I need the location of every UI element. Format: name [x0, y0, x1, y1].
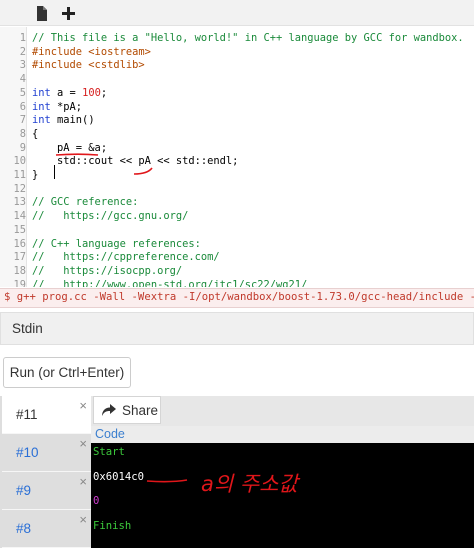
close-icon[interactable]: × — [79, 474, 87, 489]
run-item-label: #11 — [16, 407, 38, 422]
handwritten-underlines — [55, 153, 153, 175]
run-item-label: #8 — [16, 521, 32, 536]
run-history-list: #11 × #10 × #9 × #8 × — [0, 396, 91, 548]
program-output: Start 0x6014c0 0 Finish a의 주소값 — [91, 443, 474, 548]
editor-toolbar — [0, 0, 474, 26]
run-item-8[interactable]: #8 × — [2, 510, 91, 548]
run-item-9[interactable]: #9 × — [2, 472, 91, 510]
code-link[interactable]: Code — [95, 427, 125, 441]
code-link-bar: Code — [91, 426, 474, 443]
compiler-command-bar: $ g++ prog.cc -Wall -Wextra -I/opt/wandb… — [0, 288, 474, 308]
close-icon[interactable]: × — [79, 512, 87, 527]
plus-icon — [61, 6, 75, 20]
run-item-11[interactable]: #11 × — [2, 396, 91, 434]
add-tab-button[interactable] — [56, 2, 80, 24]
new-file-button[interactable] — [30, 2, 54, 24]
run-item-label: #9 — [16, 483, 32, 498]
share-label: Share — [122, 402, 159, 418]
handwritten-annotation: a의 주소값 — [146, 472, 301, 496]
compiler-command: $ g++ prog.cc -Wall -Wextra -I/opt/wandb… — [4, 291, 474, 303]
run-button[interactable]: Run (or Ctrl+Enter) — [3, 357, 131, 388]
run-item-label: #10 — [16, 445, 39, 460]
code-editor[interactable]: 1// This file is a "Hello, world!" in C+… — [0, 27, 474, 287]
handwritten-note: a의 주소값 — [201, 472, 301, 496]
stdin-panel[interactable]: Stdin — [0, 312, 474, 345]
share-button[interactable]: Share — [93, 396, 161, 424]
close-icon[interactable]: × — [79, 398, 87, 413]
stdin-label: Stdin — [12, 321, 43, 336]
file-icon — [37, 5, 47, 21]
share-icon — [102, 404, 116, 416]
close-icon[interactable]: × — [79, 436, 87, 451]
run-item-10[interactable]: #10 × — [2, 434, 91, 472]
